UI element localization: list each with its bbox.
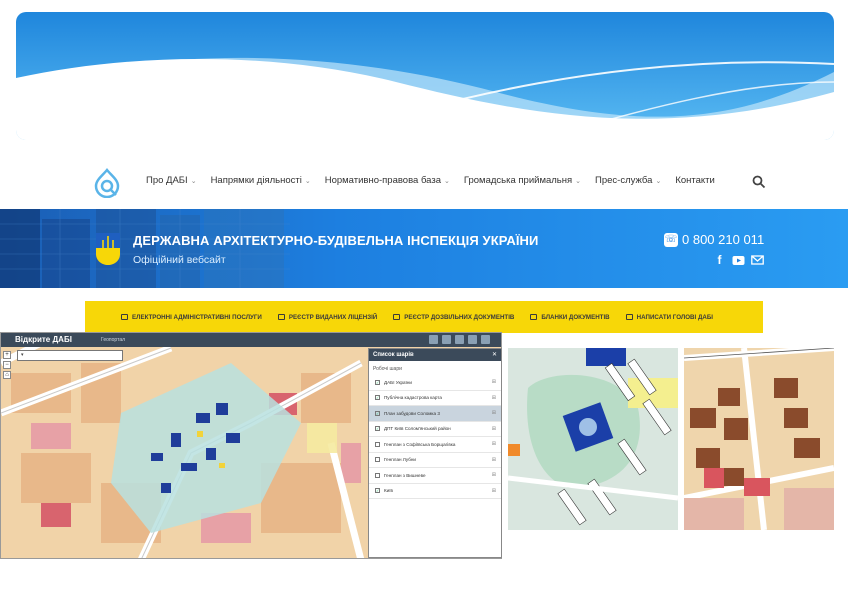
zoom-out-button[interactable]: − (3, 361, 11, 369)
chevron-down-icon: ⌄ (304, 178, 311, 185)
nav-item-activities[interactable]: Напрямки діяльності ⌄ (211, 175, 311, 186)
nav-item-legal-base[interactable]: Нормативно-правова база ⌄ (325, 175, 450, 186)
layer-options-icon[interactable]: ⊞ (492, 488, 496, 494)
checkbox-checked-icon[interactable]: ✓ (375, 379, 380, 385)
monitor-icon (121, 314, 128, 320)
hero-banner (0, 209, 848, 288)
layer-options-icon[interactable]: ⊞ (492, 395, 496, 401)
hotline-phone[interactable]: ☏ 0 800 210 011 (664, 232, 764, 247)
main-navigation: Про ДАБІ ⌄ Напрямки діяльності ⌄ Нормативн… (0, 160, 848, 206)
social-links: f (713, 253, 764, 267)
layer-row[interactable]: ✓ Публічна кадастрова карта ⊞ (369, 391, 501, 406)
map-toolbar (1, 333, 501, 347)
checkbox-empty-icon[interactable] (375, 441, 380, 447)
layer-options-icon[interactable]: ⊞ (492, 457, 496, 463)
layer-options-icon[interactable]: ⊞ (492, 441, 496, 447)
mail-icon[interactable] (751, 253, 764, 267)
grid-icon[interactable] (455, 335, 464, 344)
layer-panel-header: Список шарів ✕ (369, 349, 501, 361)
layer-row[interactable]: Генплан Лубни ⊞ (369, 453, 501, 468)
checkbox-checked-icon[interactable]: ✓ (375, 395, 380, 401)
phone-icon: ☏ (664, 232, 678, 247)
service-permits-register[interactable]: РЕЄСТР ДОЗВІЛЬНИХ ДОКУМЕНТІВ (393, 314, 514, 321)
mail-icon (625, 314, 633, 320)
table-icon[interactable] (468, 335, 477, 344)
document-icon (393, 314, 401, 320)
home-button[interactable]: ⌂ (3, 371, 11, 379)
checkbox-checked-icon[interactable]: ✓ (375, 488, 380, 494)
services-bar: ЕЛЕКТРОННІ АДМІНІСТРАТИВНІ ПОСЛУГИ РЕЄСТ… (85, 301, 763, 333)
dabi-logo-icon[interactable] (92, 168, 122, 198)
city-buildings-graphic (0, 209, 290, 288)
map-app-title: Відкрите ДАБІ (15, 335, 72, 344)
zoom-controls: + − ⌂ (3, 351, 12, 381)
phone-number: 0 800 210 011 (682, 232, 765, 247)
chevron-down-icon: ⌄ (575, 178, 582, 185)
list-view-icon[interactable] (429, 335, 438, 344)
layer-row[interactable]: Генплан з Софіївська Борщагівка ⊞ (369, 437, 501, 453)
youtube-icon[interactable] (732, 253, 745, 267)
nav-item-contacts[interactable]: Контакти (675, 175, 715, 186)
decorative-wave-banner (16, 12, 834, 140)
checkbox-checked-icon[interactable]: ✓ (375, 410, 380, 416)
layer-options-icon[interactable]: ⊞ (492, 472, 496, 478)
cadastral-graphic (684, 348, 834, 530)
service-write-head[interactable]: НАПИСАТИ ГОЛОВІ ДАБІ (625, 314, 713, 321)
chevron-down-icon: ⌄ (655, 178, 662, 185)
site-plan-graphic (508, 348, 678, 530)
layer-list-panel: Список шарів ✕ Робочі шари ✓ ДАБІ України… (368, 348, 502, 558)
facebook-icon[interactable]: f (713, 253, 726, 267)
copy-icon (530, 314, 538, 320)
wave-graphic (16, 12, 834, 140)
nav-item-press[interactable]: Прес-служба ⌄ (595, 175, 661, 186)
coat-of-arms-icon (96, 233, 120, 265)
layer-row[interactable]: Генплан з Вишневе ⊞ (369, 468, 501, 484)
checkbox-empty-icon[interactable] (375, 472, 380, 478)
zoom-in-button[interactable]: + (3, 351, 11, 359)
search-icon[interactable] (752, 175, 766, 189)
checkbox-checked-icon[interactable]: ✓ (375, 426, 380, 432)
service-licenses-register[interactable]: РЕЄСТР ВИДАНИХ ЛІЦЕНЗІЙ (277, 314, 377, 321)
layer-row[interactable]: ✓ ДАБІ України ⊞ (369, 375, 501, 391)
site-title: ДЕРЖАВНА АРХІТЕКТУРНО-БУДІВЕЛЬНА ІНСПЕКЦ… (133, 233, 539, 248)
list-icon (277, 314, 285, 320)
layer-row[interactable]: ✓ Київ ⊞ (369, 484, 501, 499)
edit-icon[interactable] (481, 335, 490, 344)
layer-options-icon[interactable]: ⊞ (492, 426, 496, 432)
service-document-forms[interactable]: БЛАНКИ ДОКУМЕНТІВ (530, 314, 610, 321)
site-subtitle: Офіційний вебсайт (133, 254, 226, 266)
chevron-down-icon: ⌄ (190, 178, 197, 185)
cadastral-map (684, 348, 834, 530)
layer-section-label: Робочі шари (373, 366, 402, 372)
layer-options-icon[interactable]: ⊞ (492, 379, 496, 385)
nav-item-public-reception[interactable]: Громадська приймальня ⌄ (464, 175, 581, 186)
layers-icon[interactable] (442, 335, 451, 344)
map-tool-buttons (429, 335, 490, 344)
close-icon[interactable]: ✕ (492, 349, 497, 361)
layer-options-icon[interactable]: ⊞ (492, 410, 496, 416)
chevron-down-icon: ⌄ (444, 178, 450, 185)
nav-menu: Про ДАБІ ⌄ Напрямки діяльності ⌄ Нормативн… (146, 175, 729, 186)
construction-plan-map (508, 348, 678, 530)
service-e-admin[interactable]: ЕЛЕКТРОННІ АДМІНІСТРАТИВНІ ПОСЛУГИ (121, 314, 262, 321)
map-search-input[interactable]: ▾ (17, 350, 123, 361)
checkbox-empty-icon[interactable] (375, 457, 380, 463)
geoportal-label: Геопортал (101, 337, 126, 343)
layer-row-active[interactable]: ✓ План забудови Соломка 3 ⊞ (369, 406, 501, 422)
layer-row[interactable]: ✓ ДПТ Київ Солом'янський район ⊞ (369, 422, 501, 437)
nav-item-about[interactable]: Про ДАБІ ⌄ (146, 175, 197, 186)
